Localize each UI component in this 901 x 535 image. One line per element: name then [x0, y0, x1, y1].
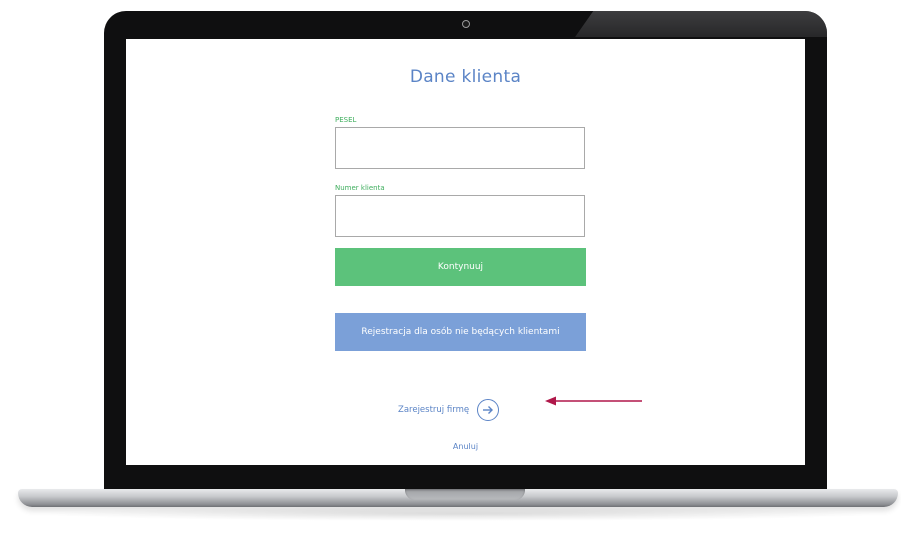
arrow-right-circle-icon[interactable] — [477, 399, 500, 421]
pointer-arrow-icon — [545, 396, 642, 406]
lid-reflection — [575, 11, 827, 37]
register-company-link[interactable]: Zarejestruj firmę — [398, 399, 500, 421]
client-number-label: Numer klienta — [335, 184, 385, 192]
pesel-input[interactable] — [335, 127, 585, 169]
webcam-icon — [462, 20, 470, 28]
laptop-shadow — [40, 507, 880, 521]
pesel-label: PESEL — [335, 116, 357, 124]
continue-button-label: Kontynuuj — [437, 262, 484, 272]
register-non-client-button[interactable]: Rejestracja dla osób nie będących klient… — [335, 313, 586, 351]
continue-button[interactable]: Kontynuuj — [335, 248, 586, 286]
register-company-label: Zarejestruj firmę — [398, 405, 470, 415]
page-title: Dane klienta — [409, 67, 522, 87]
screen: Dane klienta PESEL Numer klienta Kontynu… — [126, 39, 805, 465]
laptop-open-notch — [405, 489, 525, 500]
client-number-input[interactable] — [335, 195, 585, 237]
laptop-mockup: Dane klienta PESEL Numer klienta Kontynu… — [0, 0, 901, 535]
cancel-link[interactable]: Anuluj — [126, 442, 805, 451]
laptop-lid: Dane klienta PESEL Numer klienta Kontynu… — [104, 11, 827, 494]
register-non-client-label: Rejestracja dla osób nie będących klient… — [361, 327, 560, 337]
